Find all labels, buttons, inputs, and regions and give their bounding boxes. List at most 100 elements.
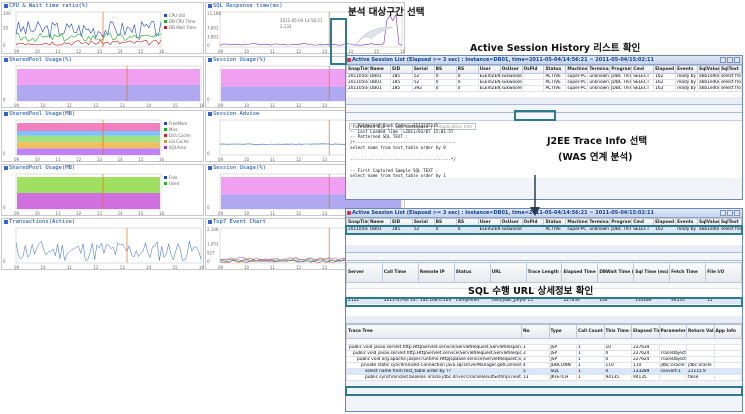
column-header[interactable]: Elapsed Time (ms) (561, 262, 599, 283)
column-header[interactable]: Type (548, 324, 577, 339)
y-tick-label: 0 (207, 151, 210, 156)
column-header[interactable]: Call Time (381, 262, 419, 283)
column-header[interactable]: OsPid (521, 65, 545, 74)
column-header[interactable]: Serial (411, 65, 435, 74)
table-cell: 1 (576, 374, 605, 381)
maximize-button[interactable] (727, 210, 733, 216)
annotation-sql-url: SQL 수행 URL 상세정보 확인 (468, 286, 594, 297)
column-header[interactable]: Status (543, 65, 567, 74)
column-header[interactable]: Remote IP (417, 262, 455, 283)
legend-label: Misc (169, 127, 178, 132)
close-button[interactable] (734, 210, 740, 216)
column-header[interactable]: SnapTime (346, 65, 369, 74)
x-tick-label: 12 (296, 265, 302, 270)
minimize-button[interactable] (720, 210, 726, 216)
column-header[interactable]: SID (389, 65, 413, 74)
legend-swatch (164, 176, 167, 179)
column-header[interactable]: Trace Length (ms) (525, 262, 563, 283)
column-header[interactable]: Program (609, 65, 633, 74)
x-tick-label: 11 (270, 265, 276, 270)
x-tick-label: 09 (218, 157, 224, 162)
column-header[interactable]: Elapsed Time (ms) (631, 324, 660, 339)
column-header[interactable]: No (521, 324, 550, 339)
column-header[interactable]: Fetch Time (669, 262, 707, 283)
column-header[interactable]: DBWait Time (ms) (597, 262, 635, 283)
table-row[interactable]: 20110504 14:56:00DB0118539200ELEVIZENsuk… (346, 85, 743, 92)
table-cell: 20110504 14:56:00 (346, 85, 369, 92)
x-tick-label: 13 (97, 157, 103, 162)
column-header[interactable]: File I/O (705, 262, 742, 283)
x-tick-label: 11 (270, 49, 276, 54)
annotation-was-link: (WAS 연계 분석) (558, 152, 633, 163)
table-cell: 13 (521, 374, 550, 381)
table-cell: 94135 (631, 374, 660, 381)
trace-method: private static synchronized Connection j… (346, 362, 522, 369)
y-tick-label: 0 (3, 43, 6, 48)
annotation-j2ee-select: J2EE Trace Info 선택 (547, 136, 648, 147)
table-cell: super-PC (565, 85, 589, 92)
column-header[interactable]: Trace Tree (346, 324, 522, 339)
legend-label: SQLArea (169, 145, 187, 150)
highlight-session-row-box (345, 225, 743, 235)
x-tick-label: 12 (76, 211, 82, 216)
detail-tabs: Current SQLAll Open CursorsSession Event… (346, 97, 742, 105)
column-header[interactable]: Sql Time (ms) (633, 262, 671, 283)
column-header[interactable]: App Info (713, 324, 742, 339)
y-tick-label: 0 (3, 205, 6, 210)
x-tick-label: 13 (120, 103, 126, 108)
table-cell: a6b1ed0c (697, 73, 720, 80)
column-header[interactable]: Call Count (576, 324, 605, 339)
column-header[interactable]: Parameter (658, 324, 687, 339)
highlight-j2ee-tab-box (514, 110, 556, 121)
x-tick-label: 13 (322, 103, 328, 108)
x-tick-label: 11 (55, 211, 61, 216)
table-cell: 185 (389, 85, 413, 92)
x-tick-label: 15 (138, 49, 144, 54)
y-tick-label: 0 (207, 43, 210, 48)
column-header[interactable]: This Time (ms) (603, 324, 632, 339)
window-title-2[interactable]: Active Session List (Elapsed >= 3 sec) :… (346, 209, 742, 218)
x-tick-label: 10 (40, 265, 46, 270)
minimize-button[interactable] (720, 57, 726, 63)
sql-text-area[interactable]: -- Patterned Hash Code :=1513235235 -- L… (346, 121, 742, 178)
column-header[interactable]: Cmd (631, 65, 655, 74)
column-header[interactable]: Name (367, 65, 391, 74)
legend-swatch (164, 134, 167, 137)
column-header[interactable]: BS (433, 65, 457, 74)
table-cell: jdbc:oracle (686, 362, 715, 369)
maximize-button[interactable] (727, 57, 733, 63)
column-header[interactable]: Machine (565, 65, 589, 74)
x-tick-label: 13 (120, 265, 126, 270)
table-cell: ACTIVE (543, 85, 567, 92)
column-header[interactable]: SqlValue (697, 65, 720, 74)
trace-row[interactable]: public synchronized boolean oracle.jdbc.… (346, 374, 742, 381)
table-cell: select from... (718, 79, 743, 86)
table-cell: TraceObjects (658, 350, 687, 357)
table-cell: ready by othe (675, 79, 698, 86)
table-cell: super-PC (565, 79, 589, 86)
legend-label: Dict.Cache (169, 133, 191, 138)
column-header[interactable]: URL (489, 262, 527, 283)
table-cell: unknown (587, 73, 611, 80)
x-tick-label: 12 (296, 157, 302, 162)
close-button[interactable] (734, 57, 740, 63)
x-tick-label: 14 (118, 211, 124, 216)
legend-label: DB Wait Time (169, 25, 197, 30)
column-header[interactable]: Elapsed (653, 65, 677, 74)
column-header[interactable]: Return Value (686, 324, 715, 339)
pointer-icon (356, 26, 394, 44)
x-tick-label: 15 (173, 265, 179, 270)
trace-method: public synchronized boolean oracle.jdbc.… (346, 374, 522, 381)
table-cell: unknown (587, 79, 611, 86)
column-header[interactable]: Server (346, 262, 383, 283)
x-tick-label: 09 (218, 49, 224, 54)
column-header[interactable]: Status (453, 262, 491, 283)
column-header[interactable]: RS (455, 65, 479, 74)
column-header[interactable]: Events (675, 65, 698, 74)
column-header[interactable]: Terminal (587, 65, 611, 74)
column-header[interactable]: OsUser (499, 65, 523, 74)
y-tick-label: 100 (3, 11, 11, 16)
legend-swatch (164, 14, 167, 17)
window-title[interactable]: Active Session List (Elapsed >= 3 sec) :… (346, 56, 742, 65)
column-header[interactable]: User (477, 65, 501, 74)
